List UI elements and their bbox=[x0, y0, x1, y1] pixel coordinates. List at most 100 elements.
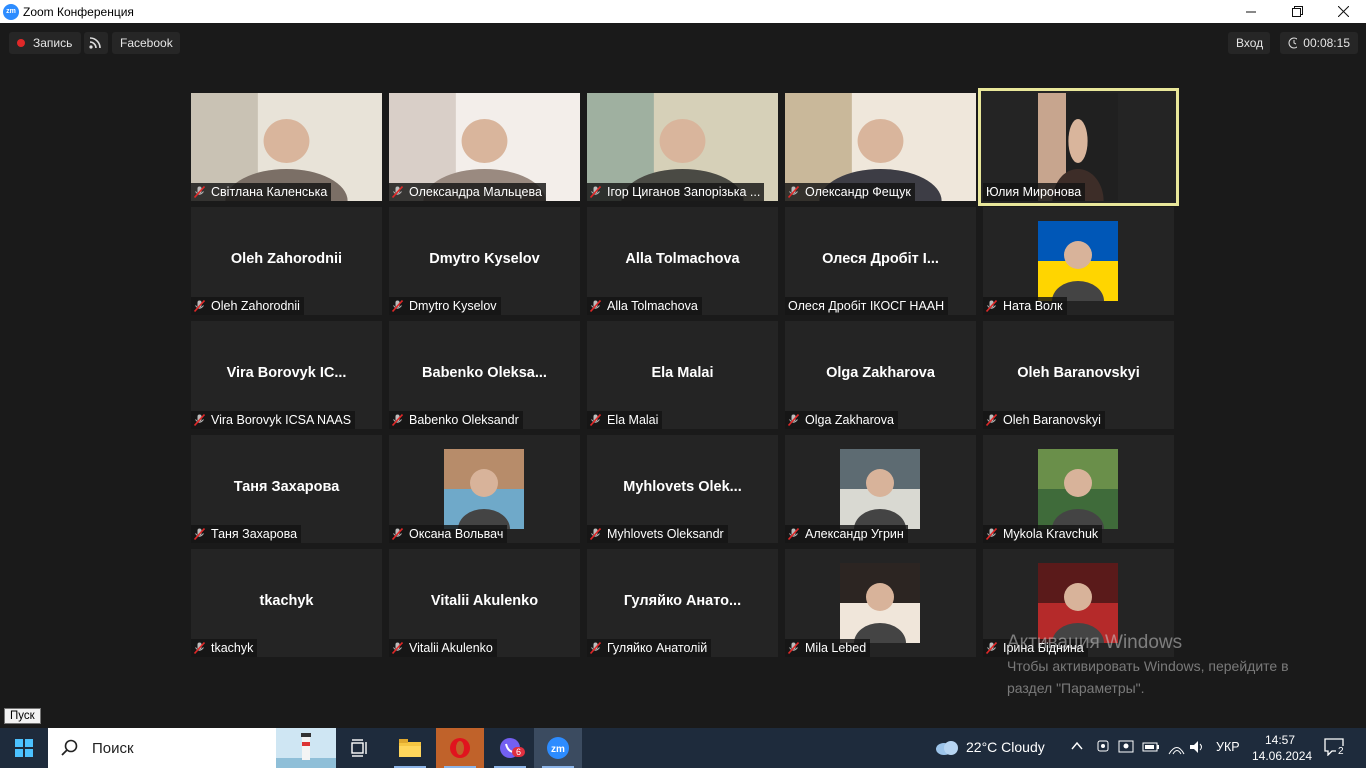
participant-tile[interactable]: Олеся Дробіт І... Олеся Дробіт ІКОСГ НААН bbox=[785, 207, 976, 315]
participant-tile[interactable]: Oleh Zahorodnii Oleh Zahorodnii bbox=[191, 207, 382, 315]
participant-tile[interactable]: Mila Lebed bbox=[785, 549, 976, 657]
muted-mic-icon bbox=[788, 642, 799, 654]
participant-tile[interactable]: Світлана Каленська bbox=[191, 93, 382, 201]
participant-tile[interactable]: Таня Захарова Таня Захарова bbox=[191, 435, 382, 543]
participant-tile[interactable]: Myhlovets Olek... Myhlovets Oleksandr bbox=[587, 435, 778, 543]
participant-name-label: Ігор Циганов Запорізька ... bbox=[587, 183, 765, 201]
task-view-icon bbox=[351, 739, 367, 757]
activation-title: Активация Windows bbox=[1007, 632, 1183, 653]
participant-tile[interactable]: Vira Borovyk IC... Vira Borovyk ICSA NAAS bbox=[191, 321, 382, 429]
participant-tile[interactable]: Vitalii Akulenko Vitalii Akulenko bbox=[389, 549, 580, 657]
opera-icon bbox=[450, 738, 470, 758]
muted-mic-icon bbox=[590, 414, 601, 426]
tray-network[interactable] bbox=[1167, 739, 1185, 758]
participant-name: Олександр Фещук bbox=[805, 185, 911, 199]
taskbar: Поиск 6 zm 22°C Cloudy УКР 14:57 14.06.2… bbox=[0, 728, 1366, 768]
muted-mic-icon bbox=[986, 642, 997, 654]
tray-battery[interactable] bbox=[1142, 741, 1160, 756]
participant-name: Oleh Baranovskyi bbox=[1003, 413, 1101, 427]
activation-line-1: Чтобы активировать Windows, перейдите в bbox=[1007, 658, 1289, 674]
participant-name: Vira Borovyk ICSA NAAS bbox=[211, 413, 352, 427]
participant-avatar bbox=[1038, 449, 1118, 529]
minimize-icon bbox=[1245, 11, 1256, 13]
participant-tile[interactable]: Dmytro Kyselov Dmytro Kyselov bbox=[389, 207, 580, 315]
activation-line-2: раздел "Параметры". bbox=[1007, 680, 1145, 696]
clock-time: 14:57 bbox=[1264, 733, 1296, 747]
webcam-icon bbox=[1097, 740, 1109, 752]
taskbar-search[interactable]: Поиск bbox=[48, 728, 336, 768]
zoom-taskbar-button[interactable]: zm bbox=[534, 728, 582, 768]
tray-app-icon[interactable] bbox=[1118, 740, 1134, 757]
weather-widget[interactable]: 22°C Cloudy bbox=[934, 738, 1045, 756]
restore-button[interactable] bbox=[1274, 0, 1320, 23]
participant-name-label: Світлана Каленська bbox=[191, 183, 332, 201]
participant-display-name: tkachyk bbox=[259, 593, 314, 609]
recording-indicator[interactable]: Запись bbox=[9, 32, 81, 54]
login-label: Вход bbox=[1236, 36, 1264, 50]
opera-button[interactable] bbox=[436, 728, 484, 768]
participant-tile[interactable]: Олександра Мальцева bbox=[389, 93, 580, 201]
participant-display-name: Dmytro Kyselov bbox=[429, 251, 540, 267]
participant-tile[interactable]: Гуляйко Анато... Гуляйко Анатолій bbox=[587, 549, 778, 657]
participant-name: Vitalii Akulenko bbox=[409, 641, 493, 655]
participant-avatar bbox=[1038, 563, 1118, 643]
participant-name: Гуляйко Анатолій bbox=[607, 641, 708, 655]
tray-volume[interactable] bbox=[1188, 739, 1206, 758]
muted-mic-icon bbox=[590, 642, 601, 654]
meeting-timer: 00:08:15 bbox=[1280, 32, 1358, 54]
participant-tile[interactable]: Ela Malai Ela Malai bbox=[587, 321, 778, 429]
participant-tile[interactable]: Ігор Циганов Запорізька ... bbox=[587, 93, 778, 201]
participant-name-label: Таня Захарова bbox=[191, 525, 302, 543]
participant-tile[interactable]: Оксана Вольвач bbox=[389, 435, 580, 543]
show-hidden-icons-button[interactable] bbox=[1070, 739, 1084, 756]
wifi-icon bbox=[1168, 747, 1185, 755]
participant-tile[interactable]: Babenko Oleksa... Babenko Oleksandr bbox=[389, 321, 580, 429]
clock-icon bbox=[1288, 37, 1298, 49]
participant-name-label: Oleh Zahorodnii bbox=[191, 297, 304, 315]
search-placeholder: Поиск bbox=[92, 739, 134, 757]
muted-mic-icon bbox=[590, 300, 601, 312]
participant-name-label: Vitalii Akulenko bbox=[389, 639, 497, 657]
participant-name-label: Гуляйко Анатолій bbox=[587, 639, 712, 657]
muted-mic-icon bbox=[788, 186, 799, 198]
viber-button[interactable]: 6 bbox=[486, 728, 534, 768]
participant-name-label: Olga Zakharova bbox=[785, 411, 898, 429]
start-button[interactable] bbox=[0, 728, 48, 768]
participant-tile[interactable]: Mykola Kravchuk bbox=[983, 435, 1174, 543]
participant-name-label: Олександр Фещук bbox=[785, 183, 915, 201]
participant-display-name: Гуляйко Анато... bbox=[623, 593, 742, 609]
participant-tile[interactable]: Alla Tolmachova Alla Tolmachova bbox=[587, 207, 778, 315]
participant-display-name: Myhlovets Olek... bbox=[623, 479, 742, 495]
participant-tile[interactable]: Oleh Baranovskyi Oleh Baranovskyi bbox=[983, 321, 1174, 429]
livestream-button[interactable] bbox=[84, 32, 108, 54]
rss-icon bbox=[89, 37, 101, 49]
participant-tile[interactable]: Олександр Фещук bbox=[785, 93, 976, 201]
minimize-button[interactable] bbox=[1228, 0, 1274, 23]
language-indicator[interactable]: УКР bbox=[1216, 740, 1240, 754]
meeting-toolbar: Запись Facebook Вход 00:08:15 bbox=[0, 23, 1366, 63]
participant-name-label: Оксана Вольвач bbox=[389, 525, 508, 543]
facebook-label: Facebook bbox=[120, 36, 173, 50]
participant-name-label: Dmytro Kyselov bbox=[389, 297, 501, 315]
close-button[interactable] bbox=[1320, 0, 1366, 23]
participant-display-name: Olga Zakharova bbox=[826, 365, 935, 381]
clock-date: 14.06.2024 bbox=[1252, 749, 1313, 763]
participant-tile[interactable]: Ната Волк bbox=[983, 207, 1174, 315]
participant-tile[interactable]: Юлия Миронова bbox=[978, 88, 1179, 206]
participant-name: Юлия Миронова bbox=[986, 185, 1082, 199]
task-view-button[interactable] bbox=[336, 728, 384, 768]
notification-center-button[interactable]: 2 bbox=[1324, 738, 1346, 759]
participant-tile[interactable]: Olga Zakharova Olga Zakharova bbox=[785, 321, 976, 429]
cloud-icon bbox=[936, 741, 958, 755]
participant-tile[interactable]: Александр Угрин bbox=[785, 435, 976, 543]
clock[interactable]: 14:57 14.06.2024 bbox=[1252, 732, 1313, 764]
muted-mic-icon bbox=[590, 186, 601, 198]
zoom-icon: zm bbox=[547, 737, 569, 759]
login-button[interactable]: Вход bbox=[1228, 32, 1270, 54]
file-explorer-button[interactable] bbox=[386, 728, 434, 768]
participant-name: Myhlovets Oleksandr bbox=[607, 527, 724, 541]
participant-tile[interactable]: tkachyk tkachyk bbox=[191, 549, 382, 657]
participant-avatar bbox=[840, 563, 920, 643]
facebook-live-button[interactable]: Facebook bbox=[112, 32, 180, 54]
tray-camera-icon[interactable] bbox=[1096, 740, 1110, 757]
